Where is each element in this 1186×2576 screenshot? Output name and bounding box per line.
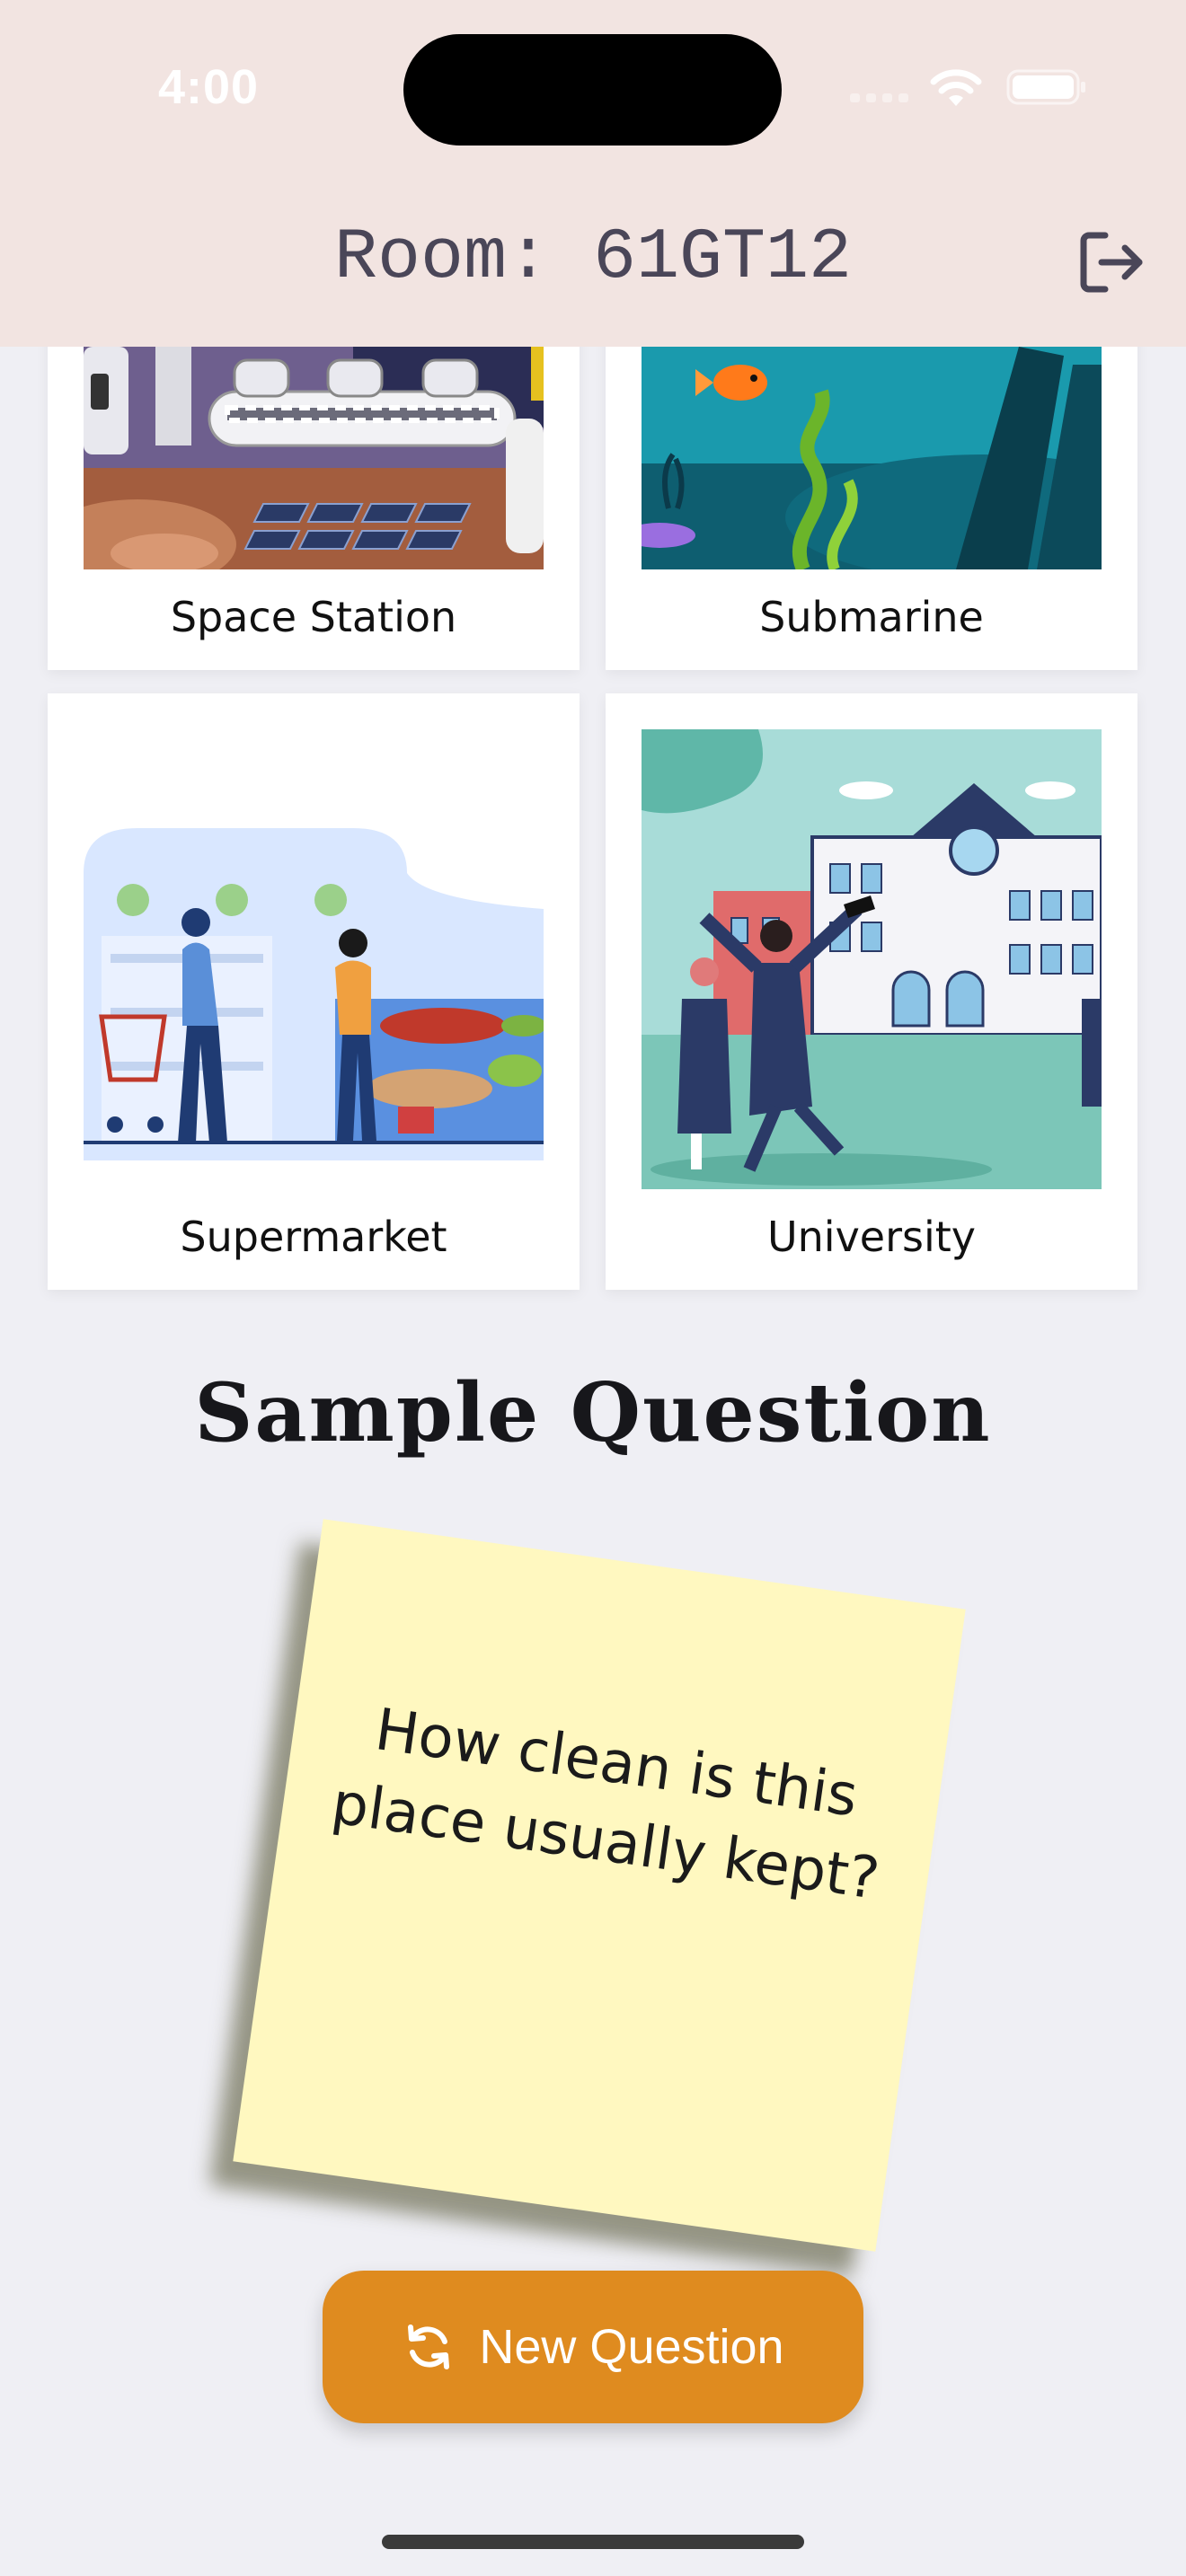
submarine-illustration bbox=[642, 311, 1102, 569]
space-station-illustration bbox=[84, 311, 544, 569]
logout-icon[interactable] bbox=[1078, 230, 1146, 295]
home-indicator[interactable] bbox=[382, 2535, 804, 2549]
new-question-label: New Question bbox=[479, 2320, 784, 2374]
card-label: Supermarket bbox=[180, 1213, 447, 1261]
card-label: Space Station bbox=[170, 593, 457, 641]
section-title: Sample Question bbox=[194, 1365, 992, 1460]
dynamic-island bbox=[403, 34, 782, 146]
sticky-note: How clean is this place usually kept? bbox=[233, 1519, 966, 2252]
supermarket-illustration bbox=[84, 729, 544, 1189]
battery-icon bbox=[1006, 69, 1085, 105]
refresh-icon bbox=[408, 2325, 450, 2369]
scenario-card-submarine[interactable]: Submarine bbox=[606, 311, 1137, 670]
scenario-card-supermarket[interactable]: Supermarket bbox=[48, 693, 580, 1290]
university-illustration bbox=[642, 729, 1102, 1189]
question-text: How clean is this place usually kept? bbox=[327, 1697, 883, 1913]
scenario-card-space-station[interactable]: Space Station bbox=[48, 311, 580, 670]
card-label: University bbox=[766, 1213, 977, 1261]
scenario-card-university[interactable]: University bbox=[606, 693, 1137, 1290]
wifi-icon bbox=[930, 69, 982, 106]
new-question-button[interactable]: New Question bbox=[323, 2271, 863, 2423]
app-header: 4:00 Room: 61GT12 bbox=[0, 0, 1186, 347]
status-time: 4:00 bbox=[158, 60, 260, 114]
cellular-signal-icon bbox=[850, 90, 913, 102]
card-label: Submarine bbox=[759, 593, 984, 641]
room-title: Room: 61GT12 bbox=[333, 217, 853, 299]
